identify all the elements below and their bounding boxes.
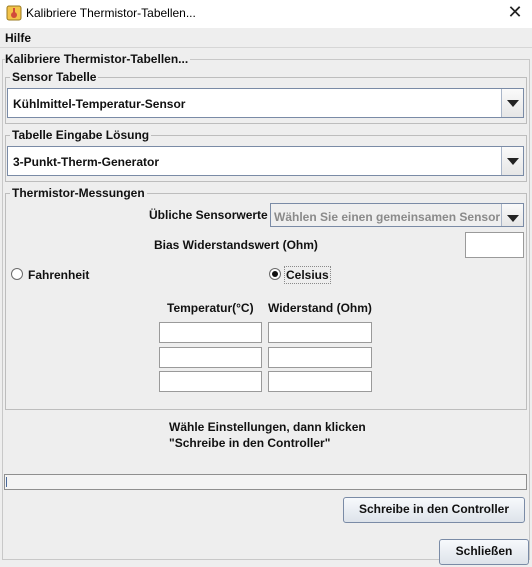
common-sensors-label: Übliche Sensorwerte	[149, 208, 268, 222]
resistance-input-2[interactable]	[268, 347, 372, 368]
write-to-controller-button[interactable]: Schreibe in den Controller	[343, 497, 525, 523]
chevron-down-icon[interactable]	[501, 147, 523, 175]
resistance-input-1[interactable]	[268, 322, 372, 343]
sensor-table-select[interactable]: Kühlmittel-Temperatur-Sensor	[7, 88, 524, 118]
input-solution-legend: Tabelle Eingabe Lösung	[12, 128, 150, 142]
progress-bar	[4, 474, 527, 490]
measurements-legend: Thermistor-Messungen	[12, 186, 145, 200]
input-solution-value: 3-Punkt-Therm-Generator	[13, 155, 160, 169]
close-icon[interactable]: ✕	[504, 2, 526, 24]
celsius-label[interactable]: Celsius	[284, 266, 331, 284]
fahrenheit-radio[interactable]	[11, 268, 23, 280]
common-sensors-select[interactable]: Wählen Sie einen gemeinsamen Sensor	[270, 203, 524, 227]
common-sensors-value: Wählen Sie einen gemeinsamen Sensor	[274, 210, 501, 224]
instruction-line-1: Wähle Einstellungen, dann klicken	[169, 420, 366, 434]
temperature-input-3[interactable]	[159, 371, 262, 392]
resistance-input-3[interactable]	[268, 371, 372, 392]
resistance-column-header: Widerstand (Ohm)	[268, 301, 372, 315]
menu-hilfe[interactable]: Hilfe	[5, 31, 31, 45]
close-button[interactable]: Schließen	[439, 539, 529, 565]
temperature-input-1[interactable]	[159, 322, 262, 343]
window-titlebar: Kalibriere Thermistor-Tabellen... ✕	[0, 0, 532, 28]
chevron-down-icon[interactable]	[501, 204, 523, 226]
chevron-down-icon[interactable]	[501, 89, 523, 117]
input-solution-select[interactable]: 3-Punkt-Therm-Generator	[7, 146, 524, 176]
fahrenheit-label[interactable]: Fahrenheit	[28, 268, 89, 282]
instruction-line-2: "Schreibe in den Controller"	[169, 436, 331, 450]
sensor-table-legend: Sensor Tabelle	[12, 70, 97, 84]
window-title: Kalibriere Thermistor-Tabellen...	[26, 6, 196, 20]
temperature-input-2[interactable]	[159, 347, 262, 368]
menubar: Hilfe	[0, 28, 532, 48]
celsius-radio[interactable]	[269, 268, 281, 280]
temperature-column-header: Temperatur(°C)	[167, 301, 254, 315]
sensor-table-value: Kühlmittel-Temperatur-Sensor	[13, 97, 186, 111]
bias-label: Bias Widerstandswert (Ohm)	[154, 238, 318, 252]
bias-input[interactable]	[465, 232, 524, 258]
app-icon	[6, 5, 22, 21]
progress-fill	[6, 477, 7, 487]
